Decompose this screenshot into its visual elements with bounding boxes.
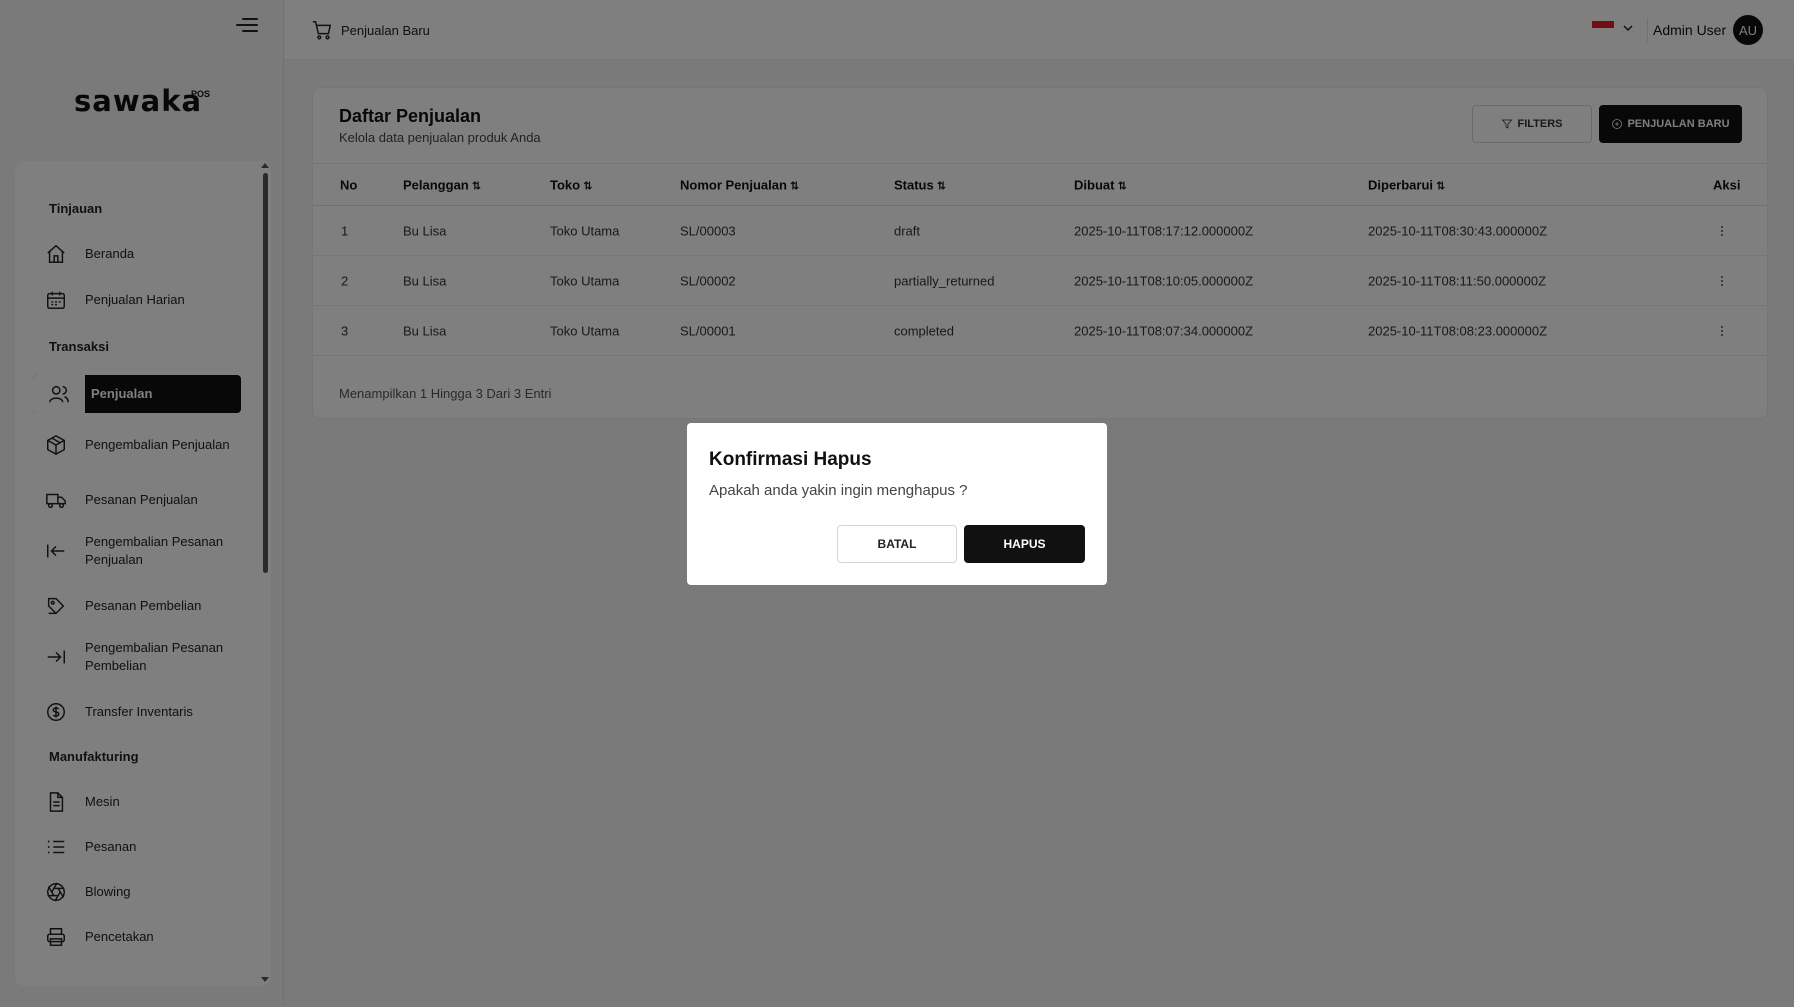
dialog-message: Apakah anda yakin ingin menghapus ?	[709, 482, 968, 499]
delete-button[interactable]: HAPUS	[964, 525, 1085, 563]
cancel-button[interactable]: BATAL	[837, 525, 957, 563]
dialog-title: Konfirmasi Hapus	[709, 449, 872, 470]
delete-confirm-dialog: Konfirmasi Hapus Apakah anda yakin ingin…	[687, 423, 1107, 585]
